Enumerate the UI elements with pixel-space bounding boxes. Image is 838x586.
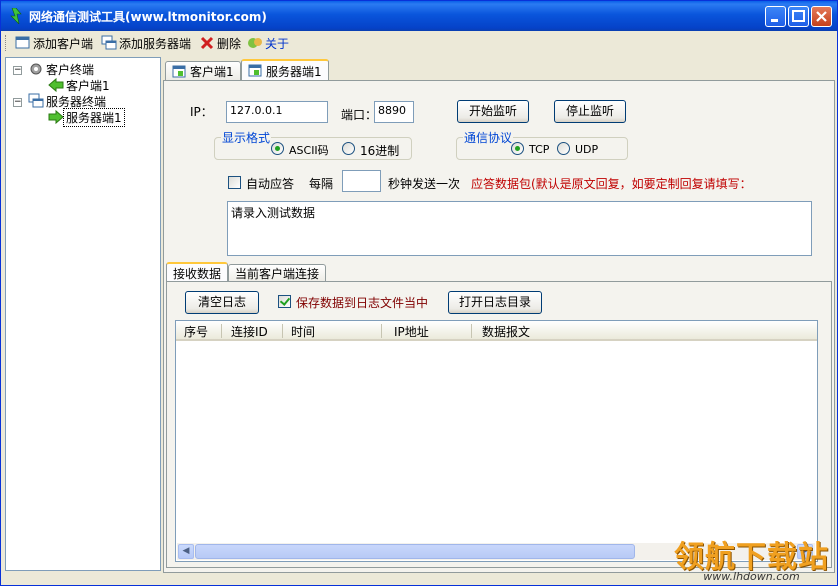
start-listen-button[interactable]: 开始监听 [457, 100, 529, 123]
stop-listen-button[interactable]: 停止监听 [554, 100, 626, 123]
about-icon [248, 38, 262, 48]
auto-reply-label: 自动应答 [246, 177, 295, 191]
tab-receive-data-label: 接收数据 [173, 266, 222, 281]
tree-label-server1: 服务器端1 [63, 107, 125, 127]
format-hex-radio[interactable] [342, 142, 355, 155]
about-button[interactable]: 关于 [247, 34, 289, 52]
scroll-thumb[interactable] [195, 544, 635, 559]
tree-label-client-root: 客户终端 [46, 62, 95, 77]
test-data-textarea[interactable]: 请录入测试数据 [227, 201, 812, 256]
app-icon [10, 8, 22, 24]
proto-tcp-label: TCP [529, 143, 550, 156]
site-watermark: 领航下载站 www.lhdown.com [674, 532, 829, 583]
save-log-label: 保存数据到日志文件当中 [296, 296, 429, 310]
window-add-icon [248, 64, 262, 77]
tab-server1-label: 服务器端1 [266, 64, 322, 79]
save-log-checkbox[interactable] [278, 295, 291, 308]
port-input[interactable]: 8890 [374, 101, 414, 123]
interval-suffix: 秒钟发送一次 [388, 177, 461, 191]
terminal-tree[interactable]: − 客户终端 客户端1 − 服务器终端 服务器端1 [5, 57, 161, 571]
col-time[interactable]: 时间 [291, 323, 315, 340]
proto-tcp-radio[interactable] [511, 142, 524, 155]
add-client-button[interactable]: 添加客户端 [15, 34, 93, 52]
receive-tab-page: 清空日志 保存数据到日志文件当中 打开日志目录 序号 连接ID 时间 IP地址 … [166, 281, 832, 568]
tree-node-server-root[interactable]: 服务器终端 [28, 93, 108, 109]
tab-client1-label: 客户端1 [190, 65, 234, 79]
add-client-label: 添加客户端 [33, 36, 94, 51]
gear-icon [30, 63, 42, 75]
every-label: 每隔 [309, 177, 334, 191]
add-server-button[interactable]: 添加服务器端 [101, 34, 191, 52]
col-ip[interactable]: IP地址 [394, 323, 429, 340]
open-log-dir-button[interactable]: 打开日志目录 [448, 291, 542, 314]
windows-icon [28, 93, 44, 108]
tab-server1[interactable]: 服务器端1 [241, 59, 329, 81]
tab-current-connections[interactable]: 当前客户端连接 [228, 264, 327, 282]
window-add-icon [172, 65, 186, 77]
log-list-header: 序号 连接ID 时间 IP地址 数据报文 [176, 321, 817, 341]
scroll-left-arrow-icon[interactable]: ◀ [178, 544, 194, 559]
protocol-group-title: 通信协议 [463, 129, 514, 146]
tree-node-client-root[interactable]: 客户终端 [28, 61, 96, 77]
window-title: 网络通信测试工具(www.ltmonitor.com) [29, 10, 267, 24]
minimize-button[interactable] [765, 6, 786, 27]
format-ascii-label: ASCII码 [289, 144, 329, 157]
title-bar[interactable]: 网络通信测试工具(www.ltmonitor.com) [1, 1, 837, 31]
interval-input[interactable] [342, 170, 381, 192]
col-data[interactable]: 数据报文 [482, 323, 530, 340]
maximize-icon [792, 10, 805, 22]
format-group-title: 显示格式 [221, 129, 272, 146]
ip-label: IP： [190, 105, 213, 119]
col-seq[interactable]: 序号 [184, 323, 208, 340]
format-hex-label: 16进制 [360, 144, 400, 158]
proto-udp-radio[interactable] [557, 142, 570, 155]
log-list[interactable]: 序号 连接ID 时间 IP地址 数据报文 ◀ ▶ [175, 320, 818, 562]
tab-client1[interactable]: 客户端1 [165, 61, 241, 81]
arrow-left-icon [48, 77, 64, 93]
close-button[interactable] [811, 6, 832, 27]
tree-label-client1: 客户端1 [66, 78, 110, 93]
server-tab-page: IP： 127.0.0.1 端口： 8890 开始监听 停止监听 显示格式 AS… [163, 80, 835, 573]
tree-label-server-root: 服务器终端 [46, 94, 107, 109]
window-icon [15, 36, 30, 49]
reply-hint-label: 应答数据包(默认是原文回复，如要定制回复请填写： [471, 177, 752, 191]
delete-x-icon [200, 36, 214, 50]
add-server-label: 添加服务器端 [119, 36, 192, 51]
col-conn-id[interactable]: 连接ID [231, 323, 268, 340]
tab-receive-data[interactable]: 接收数据 [166, 262, 229, 282]
close-icon [816, 11, 827, 22]
tab-current-connections-label: 当前客户端连接 [235, 267, 320, 281]
minimize-icon [771, 19, 778, 22]
main-panel: 客户端1 服务器端1 IP： 127.0.0.1 端口： 8890 开始监听 停… [163, 57, 835, 573]
format-ascii-radio[interactable] [271, 142, 284, 155]
arrow-right-icon [48, 109, 64, 125]
app-window: 网络通信测试工具(www.ltmonitor.com) 添加客户端 添加服务器端 [0, 0, 838, 586]
delete-button[interactable]: 删除 [199, 34, 241, 52]
auto-reply-checkbox[interactable] [228, 176, 241, 189]
ip-input[interactable]: 127.0.0.1 [226, 101, 328, 123]
tree-node-server1[interactable]: 服务器端1 [48, 107, 125, 127]
about-label: 关于 [265, 36, 290, 51]
collapse-client-root[interactable]: − [13, 66, 22, 75]
maximize-button[interactable] [788, 6, 809, 27]
port-label: 端口： [341, 108, 378, 122]
windows-icon [101, 35, 117, 50]
collapse-server-root[interactable]: − [13, 98, 22, 107]
delete-label: 删除 [217, 36, 242, 51]
toolbar-grip[interactable] [5, 35, 9, 51]
proto-udp-label: UDP [575, 143, 599, 156]
clear-log-button[interactable]: 清空日志 [185, 291, 259, 314]
tree-node-client1[interactable]: 客户端1 [48, 77, 112, 93]
toolbar: 添加客户端 添加服务器端 删除 关于 [5, 32, 833, 54]
